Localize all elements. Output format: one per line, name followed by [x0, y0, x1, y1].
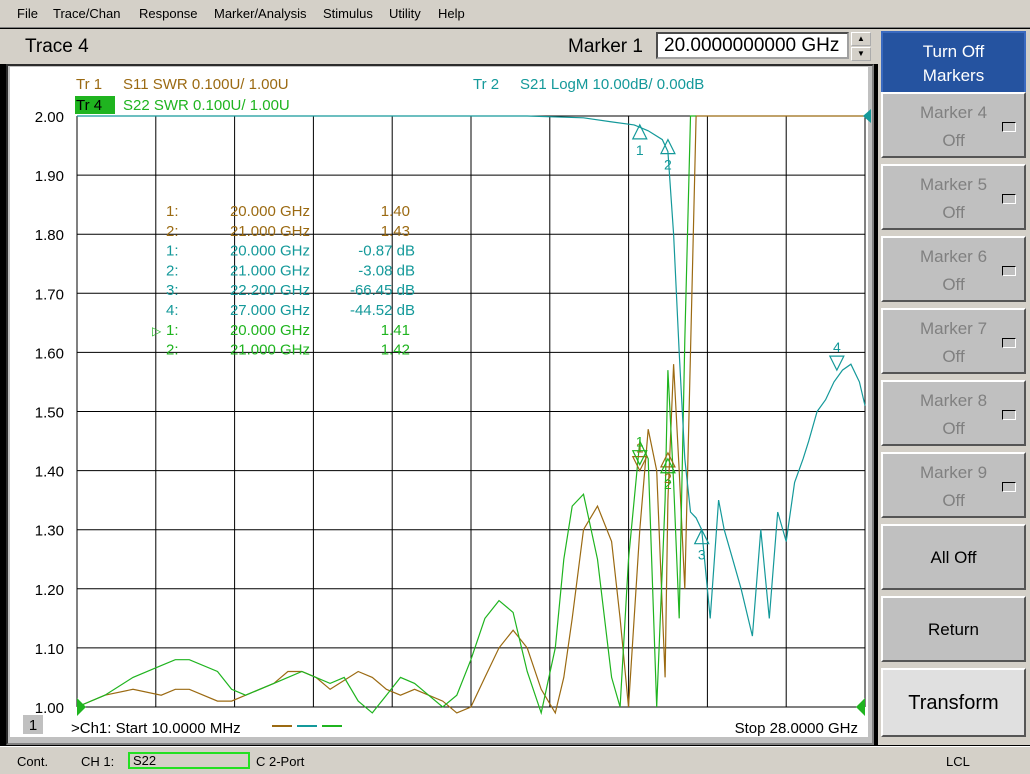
marker-6-checkbox[interactable] [1002, 266, 1016, 276]
marker-row-value: -3.08 dB [358, 262, 415, 279]
chart-grid [76, 115, 866, 708]
trace-header-format: S21 LogM 10.00dB/ 0.00dB [520, 76, 704, 93]
y-tick-label: 1.20 [35, 582, 64, 599]
marker-number-label: 4 [833, 339, 841, 355]
return-button[interactable]: Return [881, 596, 1026, 662]
transform-button[interactable]: Transform [881, 668, 1026, 737]
all-off-button[interactable]: All Off [881, 524, 1026, 590]
stop-frequency-label: Stop 28.0000 GHz [735, 720, 858, 737]
marker-row-value: 1.43 [381, 223, 410, 240]
marker-row-number: 1: [166, 322, 179, 339]
trace-headers: Tr 1 S11 SWR 0.100U/ 1.00U Tr 4 S22 SWR 0.1… [75, 76, 704, 114]
marker-row-number: 2: [166, 342, 179, 359]
marker-row-frequency: 21.000 GHz [230, 262, 310, 279]
marker-5-checkbox[interactable] [1002, 194, 1016, 204]
trace-header-format: S22 SWR 0.100U/ 1.00U [123, 97, 290, 114]
trace-header-id: Tr 2 [473, 76, 499, 93]
active-marker-indicator-icon: ▷ [152, 324, 162, 338]
marker-8-button[interactable]: Marker 8 Off [881, 380, 1026, 446]
y-tick-label: 1.70 [35, 286, 64, 303]
marker-row-frequency: 21.000 GHz [230, 342, 310, 359]
y-tick-label: 1.10 [35, 641, 64, 658]
left-reference-arrow-icon [77, 698, 86, 716]
start-frequency-label: >Ch1: Start 10.0000 MHz [71, 720, 241, 737]
marker-row-number: 4: [166, 302, 179, 319]
marker-number-label: 1 [636, 142, 644, 158]
marker-row-number: 2: [166, 262, 179, 279]
remote-local-status: LCL [946, 754, 970, 769]
marker-number-label: 3 [698, 547, 706, 563]
marker-row-value: 1.40 [381, 203, 410, 220]
y-tick-label: 1.90 [35, 168, 64, 185]
right-reference-arrow-icon [856, 698, 865, 716]
marker-number-label: 1 [636, 434, 644, 450]
marker-number-label: 2 [664, 157, 672, 173]
marker-row-number: 2: [166, 223, 179, 240]
marker-readout-table: 1: 20.000 GHz 1.40 2: 21.000 GHz 1.43 1: 20.000… [152, 203, 415, 359]
marker-row-frequency: 22.200 GHz [230, 282, 310, 299]
marker-6-button[interactable]: Marker 6 Off [881, 236, 1026, 302]
marker-row-frequency: 20.000 GHz [230, 243, 310, 260]
marker-row-value: -44.52 dB [350, 302, 415, 319]
top-reference-arrow-icon [863, 109, 871, 123]
trace-markers: 12341212 [631, 123, 845, 563]
sweep-mode-status: Cont. [17, 754, 49, 769]
trace-header-id: Tr 4 [76, 97, 102, 114]
trace-header-id: Tr 1 [76, 76, 102, 93]
marker-9-checkbox[interactable] [1002, 482, 1016, 492]
marker-row-frequency: 27.000 GHz [230, 302, 310, 319]
trace-lines [76, 109, 871, 716]
marker-triangle-icon [828, 355, 845, 372]
marker-row-number: 1: [166, 203, 179, 220]
marker-row-frequency: 20.000 GHz [230, 203, 310, 220]
marker-row-frequency: 20.000 GHz [230, 322, 310, 339]
marker-7-button[interactable]: Marker 7 Off [881, 308, 1026, 374]
marker-4-button[interactable]: Marker 4 Off [881, 92, 1026, 158]
marker-5-button[interactable]: Marker 5 Off [881, 164, 1026, 230]
softkey-panel: Turn Off Markers Marker 4 Off Marker 5 Off … [878, 29, 1030, 745]
active-parameter-box: S22 [128, 752, 250, 769]
y-tick-label: 1.60 [35, 345, 64, 362]
marker-row-frequency: 21.000 GHz [230, 223, 310, 240]
y-tick-labels: 2.00 1.90 1.80 1.70 1.60 1.50 1.40 1.30 1.20 1.10… [35, 109, 64, 717]
chart-footer: 1 >Ch1: Start 10.0000 MHz Stop 28.0000 GHz [23, 715, 858, 737]
marker-8-checkbox[interactable] [1002, 410, 1016, 420]
y-tick-label: 1.50 [35, 405, 64, 422]
calibration-status: C 2-Port [256, 754, 305, 769]
marker-row-number: 1: [166, 243, 179, 260]
marker-row-number: 3: [166, 282, 179, 299]
vna-chart: 2.00 1.90 1.80 1.70 1.60 1.50 1.40 1.30 1.20 1.10… [23, 76, 871, 737]
y-tick-label: 1.80 [35, 227, 64, 244]
y-tick-label: 2.00 [35, 109, 64, 126]
y-tick-label: 1.40 [35, 464, 64, 481]
turn-off-markers-button[interactable]: Turn Off Markers [881, 31, 1026, 97]
marker-row-value: -66.45 dB [350, 282, 415, 299]
channel-number-label: 1 [29, 717, 37, 734]
marker-number-label: 2 [664, 476, 672, 492]
marker-7-checkbox[interactable] [1002, 338, 1016, 348]
trace-header-format: S11 SWR 0.100U/ 1.00U [123, 76, 289, 93]
marker-4-checkbox[interactable] [1002, 122, 1016, 132]
y-tick-label: 1.00 [35, 700, 64, 717]
marker-row-value: -0.87 dB [358, 243, 415, 260]
channel-status: CH 1: [81, 754, 115, 769]
marker-9-button[interactable]: Marker 9 Off [881, 452, 1026, 518]
marker-row-value: 1.42 [381, 342, 410, 359]
marker-row-value: 1.41 [381, 322, 410, 339]
status-bar: Cont. CH 1: S22 C 2-Port LCL [0, 746, 1030, 774]
y-tick-label: 1.30 [35, 523, 64, 540]
